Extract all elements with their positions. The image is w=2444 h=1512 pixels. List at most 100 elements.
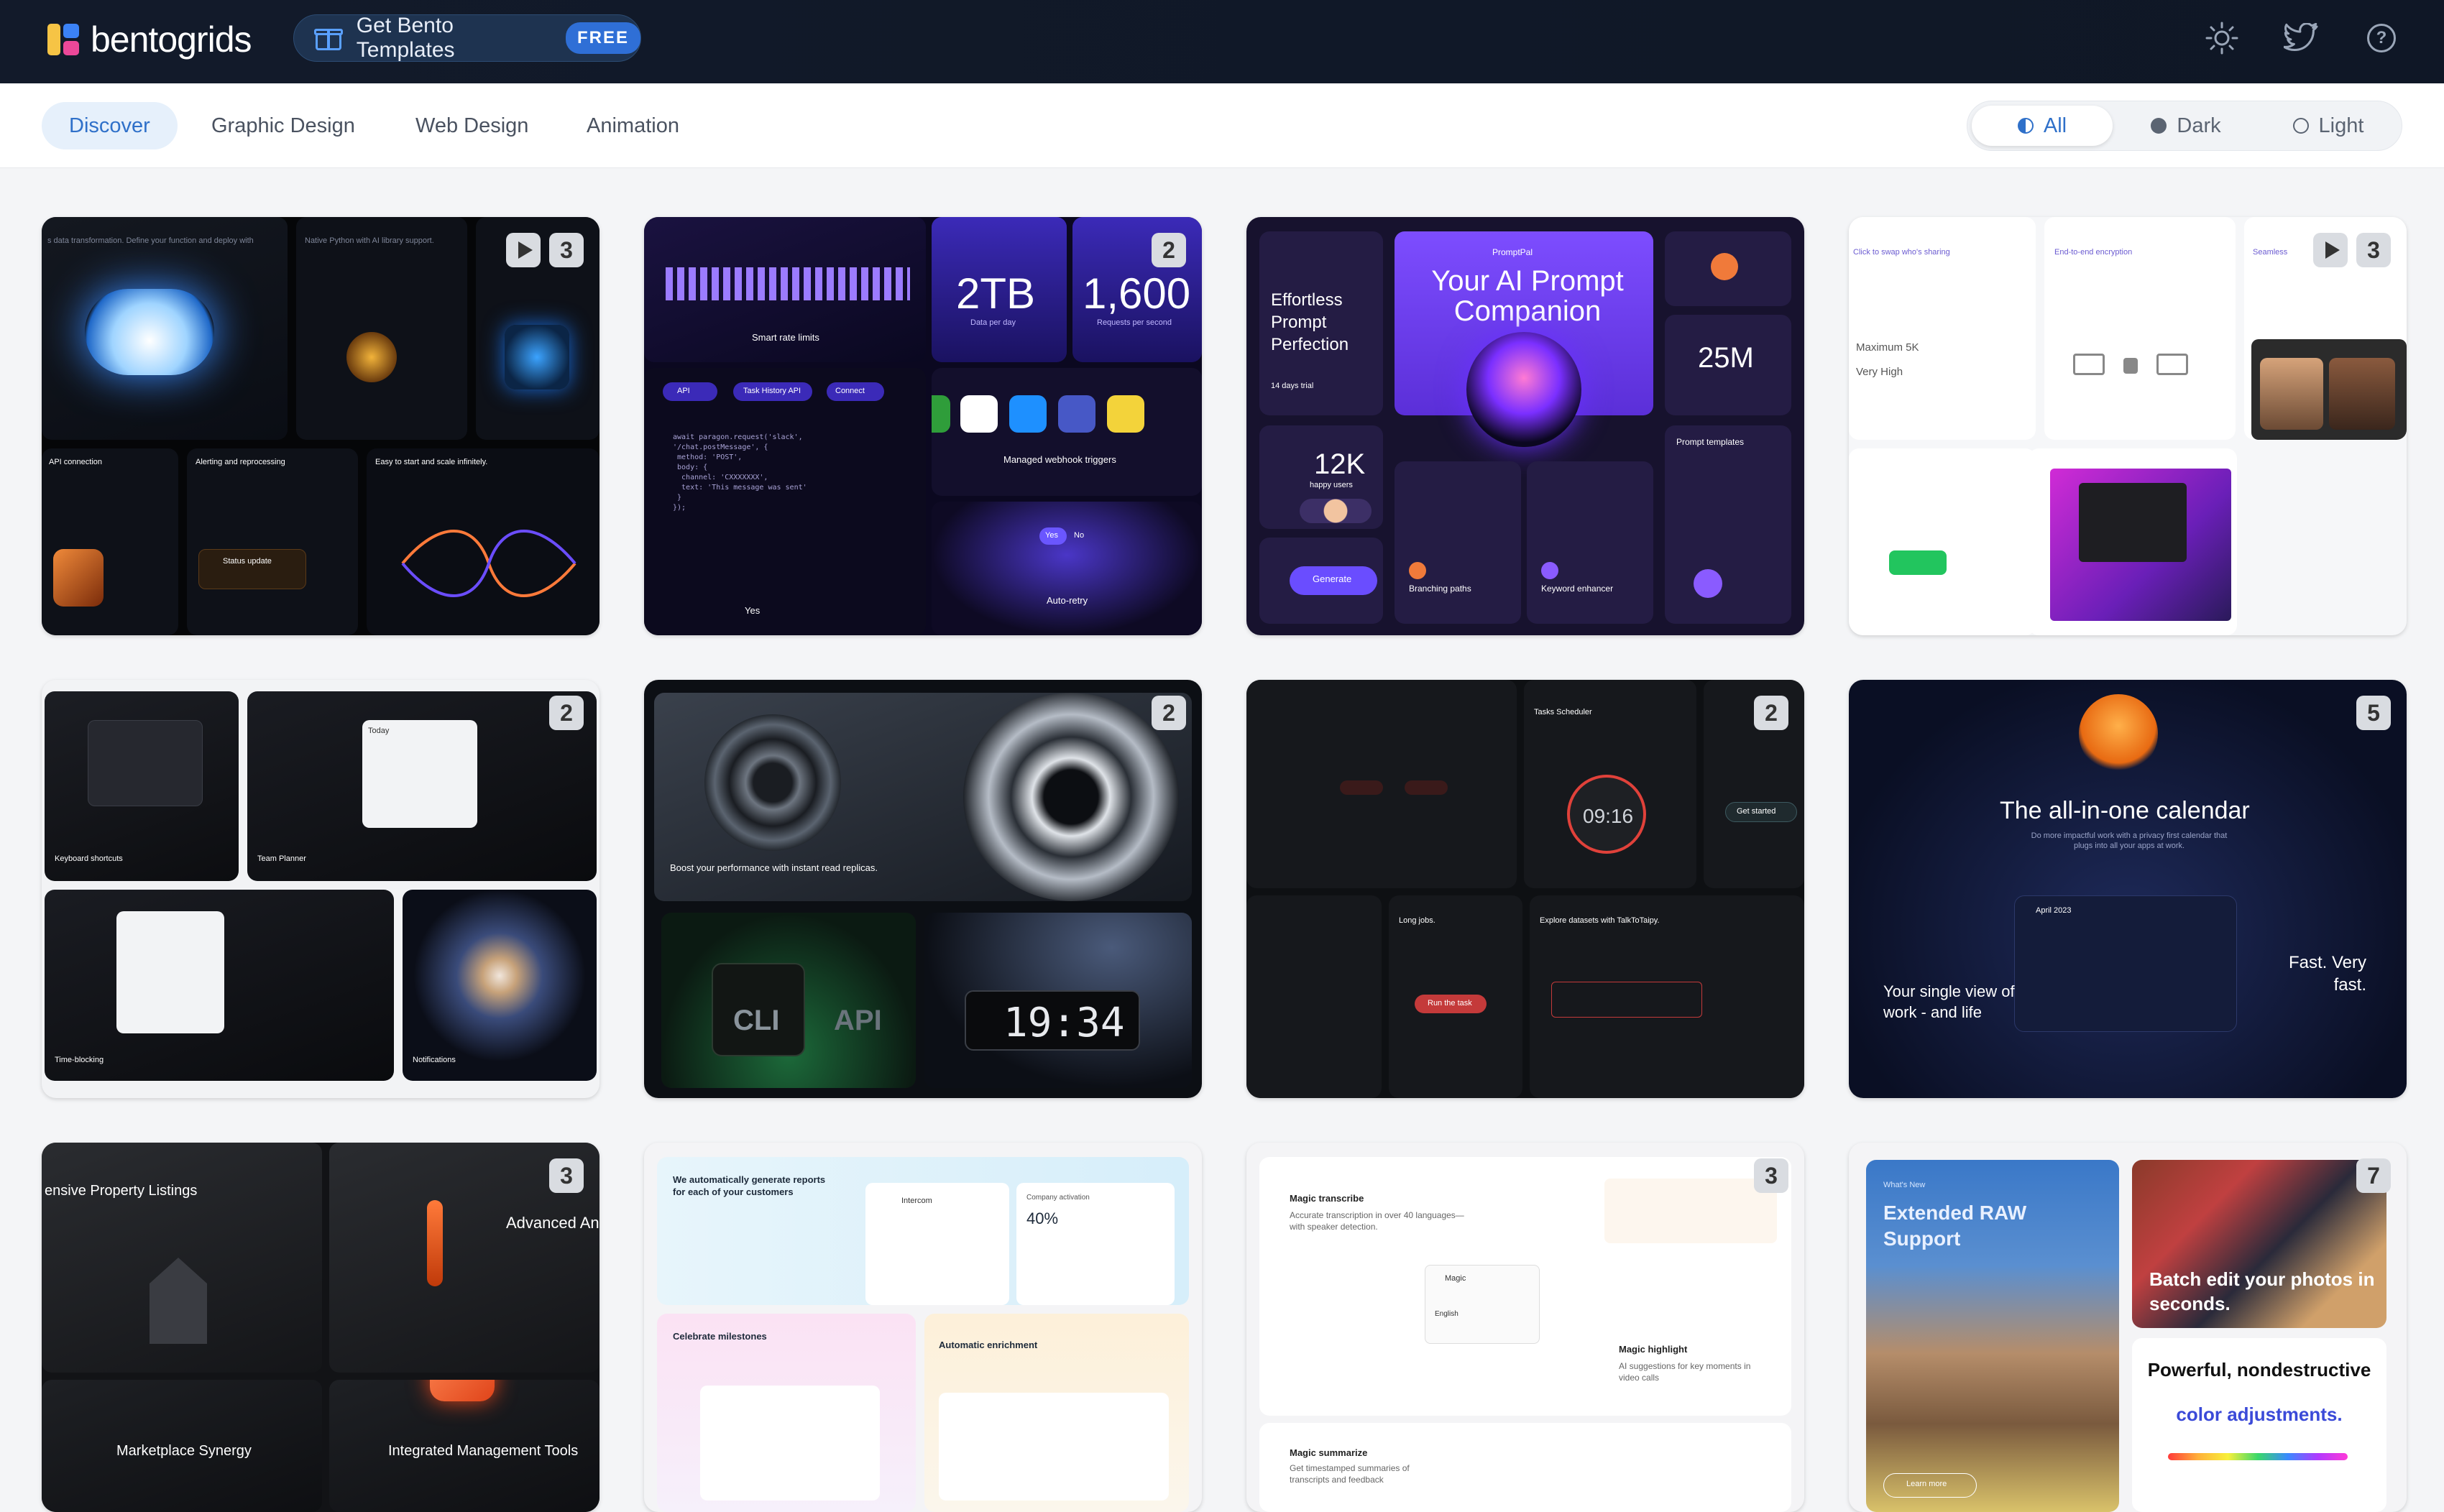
gift-icon — [314, 24, 343, 52]
bento-card[interactable]: 2 Smart rate limits 2TB Data per day 1,6… — [644, 217, 1202, 635]
card-text: Prompt templates — [1676, 437, 1745, 447]
card-text: Requests per second — [1097, 318, 1172, 327]
card-text: happy users — [1310, 481, 1353, 489]
card-text: What's New — [1883, 1181, 1926, 1189]
bento-card[interactable]: 2 Keyboard shortcuts Today Team Planner … — [42, 680, 599, 1098]
card-text: Team Planner — [257, 854, 306, 863]
bento-card[interactable]: 3 ensive Property Listings Advanced An M… — [42, 1143, 599, 1512]
card-text: 25M — [1698, 342, 1754, 374]
card-text: Tasks Scheduler — [1534, 708, 1592, 716]
image-count-badge: 5 — [2356, 696, 2391, 730]
card-text: Powerful, nondestructive — [2147, 1359, 2371, 1380]
card-text: Auto-retry — [1047, 595, 1088, 606]
card-text: Managed webhook triggers — [1003, 454, 1116, 465]
bento-card[interactable]: 3 Click to swap who's sharing Maximum 5K… — [1849, 217, 2407, 635]
theme-filter: All Dark Light — [1967, 101, 2402, 151]
card-text: No — [1074, 531, 1085, 540]
free-badge: FREE — [565, 22, 640, 54]
card-text: Magic highlight — [1619, 1344, 1688, 1355]
bento-card[interactable]: 7 What's New Extended RAW Support Learn … — [1849, 1143, 2407, 1512]
tab-graphic-design[interactable]: Graphic Design — [184, 102, 382, 149]
card-text: Do more impactful work with a privacy fi… — [2031, 831, 2228, 851]
card-text: 12K — [1314, 448, 1366, 480]
card-text: English — [1435, 1310, 1458, 1318]
card-text: Marketplace Synergy — [116, 1443, 252, 1459]
card-text: Batch edit your photos in seconds. — [2149, 1268, 2375, 1314]
tab-web-design[interactable]: Web Design — [388, 102, 556, 149]
tab-discover[interactable]: Discover — [42, 102, 178, 149]
filter-all[interactable]: All — [1972, 106, 2113, 146]
promo-label: Get Bento Templates — [356, 14, 455, 62]
image-count-badge: 7 — [2356, 1158, 2391, 1193]
card-text: API — [834, 1005, 882, 1036]
card-text: Maximum 5K — [1856, 341, 1919, 354]
card-text: CLI — [733, 1005, 780, 1036]
card-text: Generate — [1313, 573, 1352, 584]
bento-card[interactable]: We automatically generate reports for ea… — [644, 1143, 1202, 1512]
image-count-badge: 3 — [2356, 233, 2391, 267]
card-text: API connection — [49, 458, 102, 466]
bento-gallery: 3 s data transformation. Define your fun… — [0, 168, 2444, 1512]
filter-dark[interactable]: Dark — [2115, 106, 2256, 146]
brand-name: bentogrids — [91, 19, 252, 60]
image-count-badge: 3 — [1754, 1158, 1788, 1193]
card-text: Magic — [1445, 1274, 1466, 1283]
bento-logo-icon — [45, 21, 82, 58]
get-templates-button[interactable]: Get Bento Templates FREE — [293, 14, 641, 62]
category-nav: Discover Graphic Design Web Design Anima… — [0, 83, 2444, 168]
card-text: Boost your performance with instant read… — [670, 862, 878, 873]
card-text: Integrated Management Tools — [388, 1443, 579, 1459]
card-text: ensive Property Listings — [45, 1183, 198, 1199]
card-text: Yes — [745, 605, 761, 616]
card-text: AI suggestions for key moments in video … — [1619, 1361, 1751, 1383]
bento-card[interactable]: 2 Tasks Scheduler 09:16 Get started Long… — [1246, 680, 1804, 1098]
dark-dot-icon — [2151, 118, 2167, 134]
image-count-badge: 3 — [549, 233, 584, 267]
card-text: We automatically generate reports for ea… — [673, 1174, 826, 1197]
brand-logo[interactable]: bentogrids — [45, 19, 252, 60]
bento-card[interactable]: Effortless Prompt Perfection 14 days tri… — [1246, 217, 1804, 635]
card-text: Keyword enhancer — [1541, 584, 1614, 594]
bento-card[interactable]: 3 Magic transcribe Accurate transcriptio… — [1246, 1143, 1804, 1512]
image-count-badge: 2 — [1754, 696, 1788, 730]
card-text: Keyboard shortcuts — [55, 854, 123, 863]
card-text: Branching paths — [1409, 584, 1471, 594]
card-text: Get started — [1737, 807, 1776, 816]
card-text: Connect — [835, 387, 865, 395]
card-text: PromptPal — [1492, 247, 1533, 257]
bento-card[interactable]: 5 The all-in-one calendar Do more impact… — [1849, 680, 2407, 1098]
card-text: Intercom — [901, 1197, 932, 1205]
light-dot-icon — [2292, 118, 2309, 134]
card-text: 19:34 — [1003, 1000, 1125, 1046]
card-text: Effortless Prompt Perfection — [1271, 290, 1349, 355]
card-text: Your AI Prompt Companion — [1431, 265, 1624, 327]
card-text: Status update — [223, 557, 272, 566]
filter-light-label: Light — [2318, 114, 2364, 137]
image-count-badge: 2 — [549, 696, 584, 730]
card-text: End-to-end encryption — [2054, 248, 2133, 257]
card-text: Smart rate limits — [752, 332, 819, 343]
bento-card[interactable]: 2 Boost your performance with instant re… — [644, 680, 1202, 1098]
card-text: Your single view of work - and life — [1883, 982, 2015, 1021]
tab-animation[interactable]: Animation — [559, 102, 707, 149]
card-text: 14 days trial — [1271, 382, 1314, 390]
filter-dark-label: Dark — [2177, 114, 2221, 137]
card-text: Company activation — [1026, 1194, 1090, 1202]
half-circle-icon — [2017, 118, 2034, 134]
card-text: 40% — [1026, 1209, 1059, 1227]
help-icon[interactable]: ? — [2363, 20, 2399, 56]
sun-icon[interactable] — [2204, 20, 2240, 56]
card-text: Data per day — [970, 318, 1016, 327]
card-text: 2TB — [956, 269, 1036, 318]
twitter-icon[interactable] — [2283, 20, 2319, 56]
card-text: 09:16 — [1583, 805, 1634, 827]
card-text: Easy to start and scale infinitely. — [375, 458, 488, 466]
filter-light[interactable]: Light — [2258, 106, 2399, 146]
card-text: Click to swap who's sharing — [1853, 248, 1950, 257]
card-text: Accurate transcription in over 40 langua… — [1290, 1210, 1464, 1232]
card-text: Magic transcribe — [1290, 1193, 1364, 1204]
card-text: s data transformation. Define your funct… — [47, 236, 254, 245]
card-text: Celebrate milestones — [673, 1331, 767, 1342]
card-text: Run the task — [1428, 999, 1472, 1008]
bento-card[interactable]: 3 s data transformation. Define your fun… — [42, 217, 599, 635]
